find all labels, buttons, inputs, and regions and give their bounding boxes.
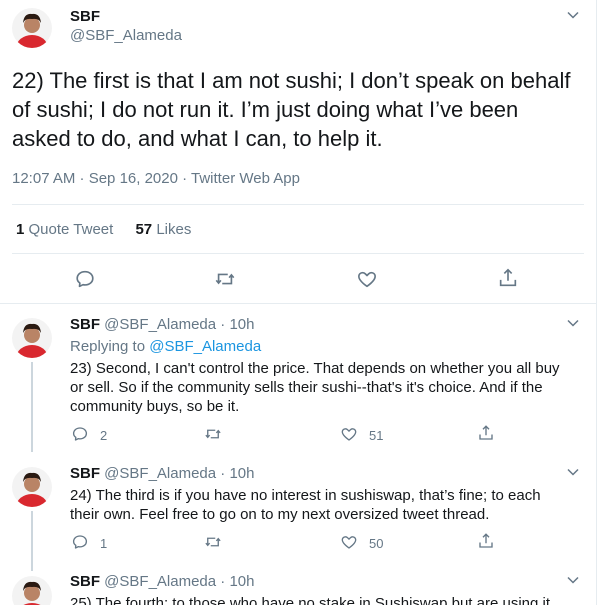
author-name[interactable]: SBF <box>70 316 100 333</box>
reply-text: 23) Second, I can't control the price. T… <box>70 360 560 415</box>
author-name[interactable]: SBF <box>70 573 100 590</box>
author-name[interactable]: SBF <box>70 8 100 25</box>
like-icon[interactable] <box>356 268 378 290</box>
divider <box>12 204 584 205</box>
reply-count[interactable]: 2 <box>100 428 107 443</box>
thread-line <box>31 511 33 571</box>
quote-tweet-label[interactable]: Quote Tweet <box>29 221 114 238</box>
reply-header[interactable]: SBF @SBF_Alameda · 10h <box>70 316 254 333</box>
avatar-image <box>12 8 52 48</box>
like-icon[interactable] <box>340 533 358 551</box>
reply-count[interactable]: 1 <box>100 536 107 551</box>
replying-to-link[interactable]: @SBF_Alameda <box>149 338 261 355</box>
author-handle[interactable]: @SBF_Alameda <box>70 27 182 44</box>
reply-header[interactable]: SBF @SBF_Alameda · 10h <box>70 465 254 482</box>
like-count[interactable]: 50 <box>369 536 383 551</box>
author-handle-time[interactable]: @SBF_Alameda · 10h <box>104 465 254 482</box>
reply-header[interactable]: SBF @SBF_Alameda · 10h <box>70 573 254 590</box>
likes-label[interactable]: Likes <box>156 221 191 238</box>
reply-text: 24) The third is if you have no interest… <box>70 487 541 523</box>
reply-icon[interactable] <box>71 425 89 443</box>
share-icon[interactable] <box>477 424 495 442</box>
divider <box>0 303 596 304</box>
reply-icon[interactable] <box>74 268 96 290</box>
reply-text: 25) The fourth: to those who have no sta… <box>70 595 551 605</box>
retweet-icon[interactable] <box>214 268 236 290</box>
author-name[interactable]: SBF <box>70 465 100 482</box>
avatar-image <box>12 467 52 507</box>
replying-to: Replying to @SBF_Alameda <box>70 338 261 355</box>
chevron-down-icon[interactable] <box>566 316 580 330</box>
avatar[interactable] <box>12 8 52 48</box>
divider <box>12 253 584 254</box>
share-icon[interactable] <box>497 267 519 289</box>
like-count[interactable]: 51 <box>369 428 383 443</box>
likes-count[interactable]: 57 <box>135 221 152 238</box>
retweet-icon[interactable] <box>204 425 222 443</box>
avatar[interactable] <box>12 576 52 605</box>
avatar-image <box>12 318 52 358</box>
like-icon[interactable] <box>340 425 358 443</box>
replying-prefix: Replying to <box>70 338 146 355</box>
avatar[interactable] <box>12 467 52 507</box>
author-handle-time[interactable]: @SBF_Alameda · 10h <box>104 573 254 590</box>
avatar[interactable] <box>12 318 52 358</box>
avatar-image <box>12 576 52 605</box>
chevron-down-icon[interactable] <box>566 8 580 22</box>
chevron-down-icon[interactable] <box>566 465 580 479</box>
share-icon[interactable] <box>477 532 495 550</box>
tweet-text: 22) The first is that I am not sushi; I … <box>12 68 571 151</box>
tweet-stats: 1 Quote Tweet 57 Likes <box>16 221 191 238</box>
quote-tweet-count[interactable]: 1 <box>16 221 24 238</box>
thread-line <box>31 362 33 452</box>
retweet-icon[interactable] <box>204 533 222 551</box>
tweet-thread: SBF @SBF_Alameda 22) The first is that I… <box>0 0 597 605</box>
reply-icon[interactable] <box>71 533 89 551</box>
author-handle-time[interactable]: @SBF_Alameda · 10h <box>104 316 254 333</box>
chevron-down-icon[interactable] <box>566 573 580 587</box>
tweet-meta[interactable]: 12:07 AM · Sep 16, 2020 · Twitter Web Ap… <box>12 170 300 187</box>
